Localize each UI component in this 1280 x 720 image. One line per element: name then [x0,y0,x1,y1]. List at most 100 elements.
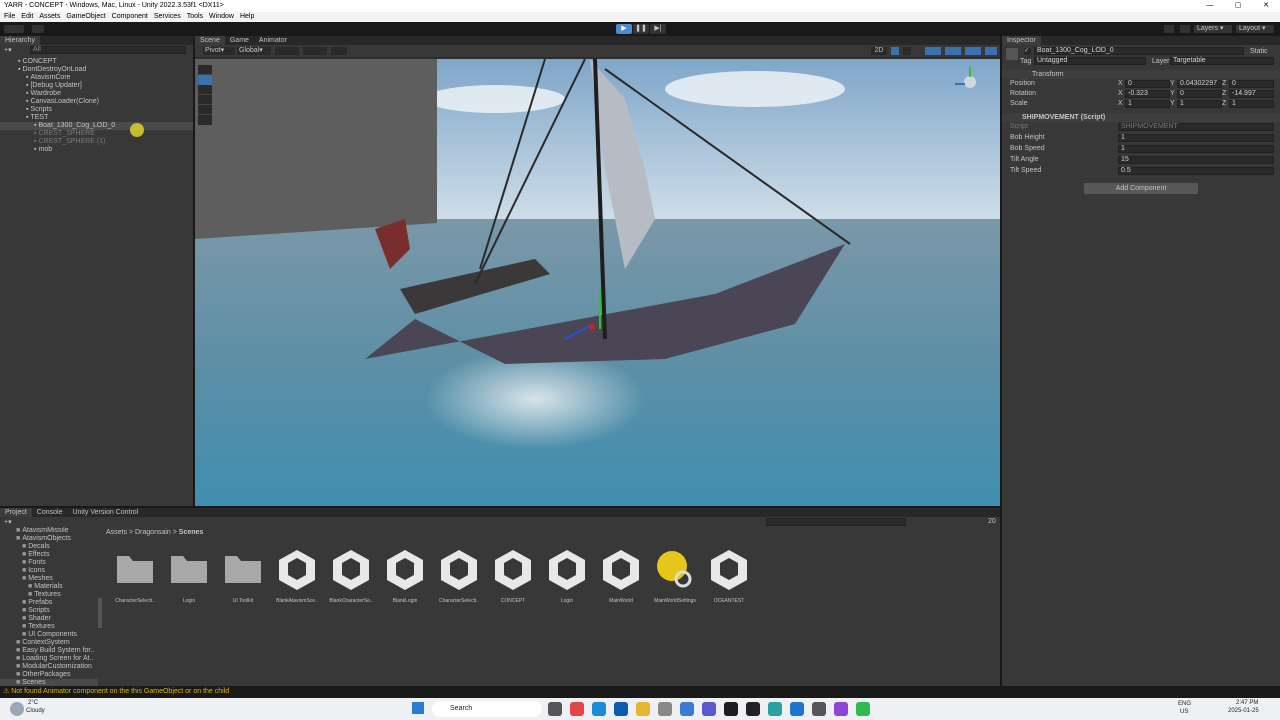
add-component-button[interactable]: Add Component [1084,183,1198,194]
project-tree-scrollbar[interactable] [98,598,102,628]
tab-project[interactable]: Project [0,508,32,517]
hierarchy-item[interactable]: ▪ [Debug Updater] [0,82,193,90]
tab-unity-version-control[interactable]: Unity Version Control [67,508,143,517]
lighting-toggle-icon[interactable] [891,47,899,55]
add-icon[interactable]: +▾ [4,46,12,54]
layer-dropdown[interactable]: Targetable [1170,57,1274,65]
snap-settings-icon[interactable] [331,47,347,55]
script-field-value[interactable]: 1 [1118,145,1274,153]
asset-item[interactable]: BlankLogin [378,546,432,608]
weather-icon[interactable] [10,702,24,716]
move-tool-icon[interactable] [198,75,212,85]
project-tree-item[interactable]: ■ Textures [0,591,98,599]
app-icon-6[interactable] [856,702,870,716]
vscode-icon[interactable] [790,702,804,716]
hidden-objects-icon[interactable] [945,47,961,55]
project-tree-item[interactable]: ■ Textures [0,623,98,631]
transform-rotation-x-field[interactable]: -0.323 [1125,90,1170,98]
global-dropdown[interactable]: Global▾ [237,47,271,55]
project-tree-item[interactable]: ■ Decals [0,543,98,551]
transform-scale-y-field[interactable]: 1 [1177,100,1222,108]
maximize-icon[interactable]: ▢ [1224,0,1252,12]
history-icon[interactable] [1164,25,1174,33]
tab-game[interactable]: Game [225,36,254,45]
asset-item[interactable]: UI Toolkit [216,546,270,608]
hierarchy-item[interactable]: ▪ Boat_1300_Cog_LOD_0 [0,122,193,130]
rotate-tool-icon[interactable] [198,85,212,95]
start-icon[interactable] [412,702,424,714]
hierarchy-item[interactable]: ▪ CREST_SPHERE (1) [0,138,193,146]
clock-time[interactable]: 2:47 PM [1236,700,1258,706]
menu-item-component[interactable]: Component [112,13,148,20]
script-field-value[interactable]: 15 [1118,156,1274,164]
status-bar[interactable]: ⚠ Not found Animator component on the th… [0,686,1280,698]
project-tree-item[interactable]: ■ UI Components [0,631,98,639]
toggle-2d-button[interactable]: 2D [871,47,887,55]
project-tree-item[interactable]: ■ Icons [0,567,98,575]
project-tree-item[interactable]: ■ OtherPackages [0,671,98,679]
transform-position-y-field[interactable]: 0.04302297 [1177,80,1222,88]
hierarchy-item[interactable]: ▪ CREST_SPHERE [0,130,193,138]
menu-item-edit[interactable]: Edit [21,13,33,20]
tab-animator[interactable]: Animator [254,36,292,45]
scene-viewport[interactable] [195,59,1000,506]
project-tree-item[interactable]: ■ AtavismMissile [0,527,98,535]
task-view-icon[interactable] [548,702,562,716]
transform-rotation-z-field[interactable]: -14.997 [1229,90,1274,98]
project-add-icon[interactable]: +▾ [4,518,12,526]
object-name-field[interactable]: Boat_1300_Cog_LOD_0 [1034,47,1244,55]
project-tree-item[interactable]: ■ AtavismObjects [0,535,98,543]
increment-snap-icon[interactable] [303,47,327,55]
asset-item[interactable]: BlankAtavismSce.. [270,546,324,608]
project-tree-item[interactable]: ■ Scenes [0,679,98,686]
project-tree-item[interactable]: ■ Effects [0,551,98,559]
grid-snap-icon[interactable] [275,47,299,55]
discord-icon[interactable] [702,702,716,716]
project-tree-item[interactable]: ■ Fonts [0,559,98,567]
transform-scale-z-field[interactable]: 1 [1229,100,1274,108]
menu-item-file[interactable]: File [4,13,15,20]
app-icon-4[interactable] [768,702,782,716]
script-field-value[interactable]: 0.5 [1118,167,1274,175]
asset-item[interactable]: OCEANTEST [702,546,756,608]
project-tree-item[interactable]: ■ Materials [0,583,98,591]
audio-toggle-icon[interactable] [903,47,911,55]
store-icon[interactable] [614,702,628,716]
hierarchy-item[interactable]: ▪ Scripts [0,106,193,114]
play-button[interactable]: ▶ [616,24,632,34]
app-icon-3[interactable] [724,702,738,716]
breadcrumb-item[interactable]: Scenes [179,529,204,536]
breadcrumb-item[interactable]: Assets [106,529,127,536]
tag-dropdown[interactable]: Untagged [1034,57,1146,65]
hierarchy-search-input[interactable]: All [30,46,186,54]
hierarchy-item[interactable]: ▪ Wardrobe [0,90,193,98]
hierarchy-item[interactable]: ▪ DontDestroyOnLoad [0,66,193,74]
project-tree-item[interactable]: ■ Scripts [0,607,98,615]
step-button[interactable]: ▶| [650,24,666,34]
app-icon-2[interactable] [680,702,694,716]
visual-studio-icon[interactable] [834,702,848,716]
project-tree-item[interactable]: ■ ModularCustomization [0,663,98,671]
project-tree-item[interactable]: ■ Meshes [0,575,98,583]
project-search-input[interactable] [766,518,906,526]
tab-scene[interactable]: Scene [195,36,225,45]
tab-hierarchy[interactable]: Hierarchy [0,36,40,45]
scale-tool-icon[interactable] [198,95,212,105]
active-checkbox[interactable]: ✓ [1024,48,1031,55]
camera-settings-icon[interactable] [965,47,981,55]
menu-item-services[interactable]: Services [154,13,181,20]
pause-button[interactable]: ❚❚ [633,24,649,34]
asset-item[interactable]: BlankCharacterSe.. [324,546,378,608]
chrome-icon[interactable] [570,702,584,716]
file-explorer-icon[interactable] [636,702,650,716]
menu-item-gameobject[interactable]: GameObject [66,13,105,20]
layers-dropdown[interactable]: Layers ▾ [1194,25,1232,33]
menu-item-tools[interactable]: Tools [187,13,203,20]
script-field-value[interactable]: 1 [1118,134,1274,142]
project-tree-item[interactable]: ■ ContextSystem [0,639,98,647]
asset-item[interactable]: CharacterSelecti.. [432,546,486,608]
transform-rotation-y-field[interactable]: 0 [1177,90,1222,98]
transform-scale-x-field[interactable]: 1 [1125,100,1170,108]
breadcrumb-item[interactable]: Dragonsain [135,529,171,536]
menu-item-window[interactable]: Window [209,13,234,20]
